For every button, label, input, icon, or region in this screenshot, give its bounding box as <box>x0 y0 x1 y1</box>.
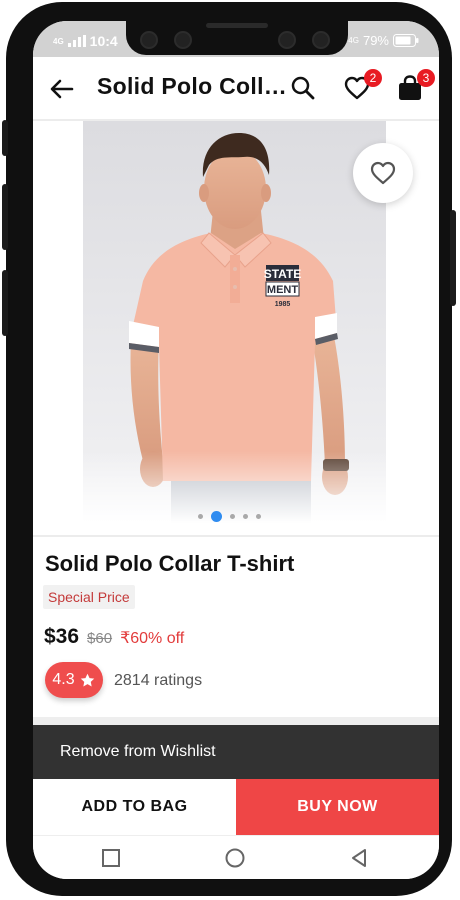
sensor-icon <box>140 31 158 49</box>
sensor-icon <box>278 31 296 49</box>
bag-button[interactable]: 3 <box>395 69 435 103</box>
page-title: Solid Polo Collar T-shirt <box>97 73 287 99</box>
star-icon <box>80 673 94 687</box>
speaker-grille <box>206 23 268 28</box>
original-price: $60 <box>87 630 113 647</box>
shirt-print-line3: 1985 <box>275 301 291 308</box>
bottom-action-bar: ADD TO BAG BUY NOW <box>33 779 439 835</box>
search-icon[interactable] <box>288 73 318 103</box>
carousel-dot[interactable] <box>243 514 248 519</box>
network-type-left: 4G <box>53 36 64 46</box>
signal-icon <box>67 35 86 47</box>
battery-icon <box>393 34 419 47</box>
carousel-dot[interactable] <box>230 514 235 519</box>
sensor-icon <box>174 31 192 49</box>
system-nav-bar <box>33 835 439 879</box>
bag-count-badge: 3 <box>417 69 435 87</box>
product-name: Solid Polo Collar T-shirt <box>45 551 295 576</box>
power-button <box>450 210 456 306</box>
rating-badge[interactable]: 4.3 <box>45 662 103 698</box>
carousel-dot[interactable] <box>211 511 222 522</box>
buy-now-button[interactable]: BUY NOW <box>236 779 439 835</box>
add-to-bag-button[interactable]: ADD TO BAG <box>33 779 236 835</box>
volume-up-button <box>2 184 8 250</box>
camera-notch <box>126 21 348 55</box>
section-divider <box>33 717 439 725</box>
app-bar: Solid Polo Collar T-shirt 2 3 <box>33 57 439 119</box>
product-price: $36 <box>44 625 80 648</box>
add-to-wishlist-button[interactable] <box>353 143 413 203</box>
wishlist-button[interactable]: 2 <box>342 69 382 103</box>
mute-switch <box>2 120 8 156</box>
screen: 4G 10:4 4G 79% Solid Polo Collar 2 3 STA… <box>33 21 439 879</box>
phone-frame: 4G 10:4 4G 79% Solid Polo Collar 2 3 STA… <box>2 2 456 896</box>
back-arrow-icon[interactable] <box>47 74 77 104</box>
status-left: 4G 10:4 <box>53 33 118 49</box>
wishlist-count-badge: 2 <box>364 69 382 87</box>
back-triangle-icon[interactable] <box>349 848 369 868</box>
snackbar: Remove from Wishlist <box>33 725 439 779</box>
product-image[interactable]: STATE MENT 1985 <box>83 121 386 523</box>
rating-value: 4.3 <box>52 671 75 688</box>
price-row: $36 $60 ₹60% off <box>44 625 184 649</box>
network-type-right: 4G <box>348 36 359 45</box>
status-time: 10:4 <box>89 33 118 49</box>
carousel-dot[interactable] <box>198 514 203 519</box>
divider <box>33 535 439 537</box>
discount-label: ₹60% off <box>120 630 185 647</box>
battery-percent: 79% <box>362 33 389 48</box>
recents-square-icon[interactable] <box>101 848 121 868</box>
snackbar-message: Remove from Wishlist <box>60 743 216 760</box>
heart-outline-icon <box>370 161 396 185</box>
ratings-count[interactable]: 2814 ratings <box>114 672 202 690</box>
carousel-indicator <box>198 511 261 522</box>
product-carousel[interactable]: STATE MENT 1985 <box>33 121 439 535</box>
shirt-print-line1: STATE <box>264 267 302 281</box>
status-right: 4G 79% <box>348 33 419 48</box>
product-photo: STATE MENT 1985 <box>83 121 386 523</box>
status-bar: 4G 10:4 4G 79% <box>33 21 439 57</box>
volume-down-button <box>2 270 8 336</box>
shirt-print-line2: MENT <box>267 284 298 296</box>
home-circle-icon[interactable] <box>225 848 245 868</box>
special-price-tag: Special Price <box>43 585 135 609</box>
carousel-dot[interactable] <box>256 514 261 519</box>
front-camera-icon <box>312 31 330 49</box>
